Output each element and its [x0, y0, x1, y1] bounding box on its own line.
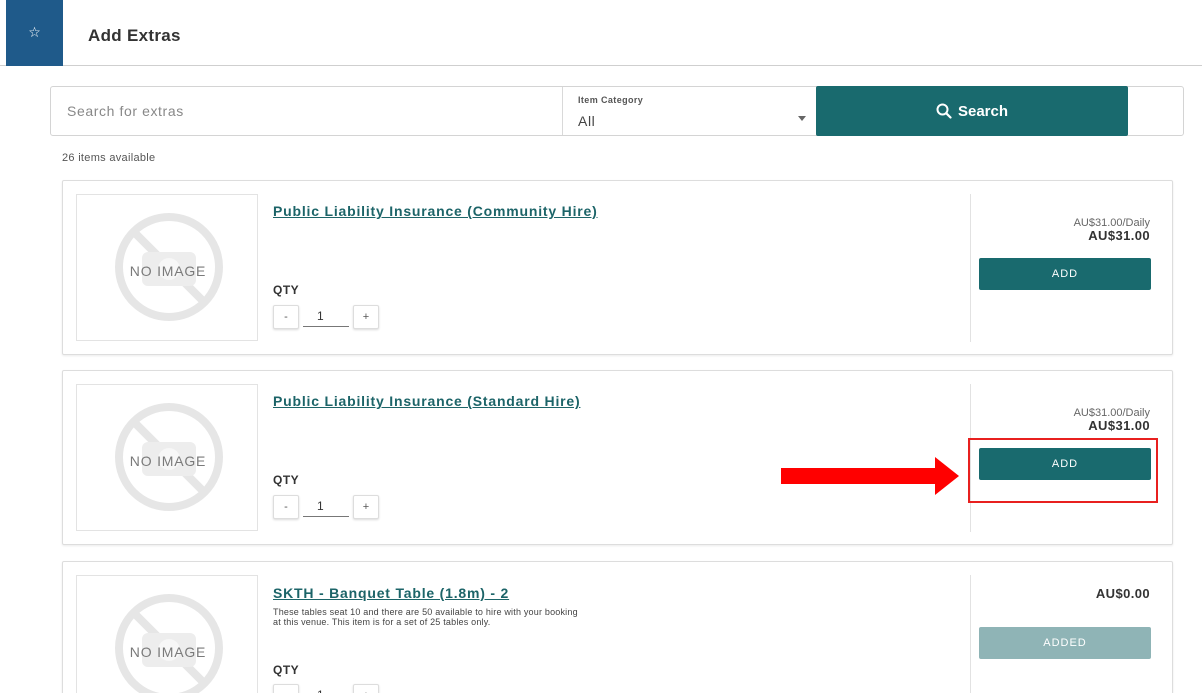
- quantity-input[interactable]: [303, 495, 349, 517]
- increment-button[interactable]: +: [353, 684, 379, 693]
- add-button[interactable]: ADD: [979, 258, 1151, 290]
- search-icon: [936, 103, 952, 119]
- decrement-button[interactable]: -: [273, 495, 299, 519]
- added-button[interactable]: ADDED: [979, 627, 1151, 659]
- search-button[interactable]: Search: [816, 86, 1128, 136]
- divider: [970, 194, 971, 342]
- item-description: These tables seat 10 and there are 50 av…: [273, 607, 578, 627]
- item-thumbnail: NO IMAGE: [76, 575, 258, 693]
- no-image-label: NO IMAGE: [129, 263, 207, 279]
- item-thumbnail: NO IMAGE: [76, 194, 258, 341]
- page-header: ☆ Add Extras: [0, 0, 1202, 66]
- star-icon[interactable]: ☆: [6, 0, 63, 66]
- chevron-down-icon: [798, 116, 806, 121]
- item-category-value: All: [578, 113, 596, 129]
- no-image-label: NO IMAGE: [129, 644, 207, 660]
- annotation-arrow: [781, 468, 936, 484]
- qty-label: QTY: [273, 473, 300, 487]
- no-image-icon: [115, 594, 223, 693]
- qty-label: QTY: [273, 283, 300, 297]
- item-thumbnail: NO IMAGE: [76, 384, 258, 531]
- page-title: Add Extras: [88, 26, 181, 45]
- search-button-label: Search: [957, 102, 1009, 120]
- price-total: AU$31.00: [1088, 228, 1150, 243]
- item-category-select[interactable]: Item Category All: [564, 87, 816, 135]
- item-category-label: Item Category: [578, 95, 644, 105]
- quantity-stepper: - +: [273, 305, 385, 329]
- extra-item-card: NO IMAGE Public Liability Insurance (Com…: [62, 180, 1173, 355]
- increment-button[interactable]: +: [353, 495, 379, 519]
- extra-item-card: NO IMAGE SKTH - Banquet Table (1.8m) - 2…: [62, 561, 1173, 693]
- search-input[interactable]: [51, 87, 563, 135]
- annotation-arrow-head: [935, 457, 959, 495]
- quantity-input[interactable]: [303, 305, 349, 327]
- annotation-highlight-box: [968, 438, 1158, 503]
- item-name-link[interactable]: Public Liability Insurance (Community Hi…: [273, 204, 603, 218]
- qty-label: QTY: [273, 663, 300, 677]
- decrement-button[interactable]: -: [273, 305, 299, 329]
- price-total: AU$0.00: [1095, 586, 1150, 601]
- item-name-link[interactable]: SKTH - Banquet Table (1.8m) - 2: [273, 586, 603, 600]
- price-total: AU$31.00: [1088, 418, 1150, 433]
- increment-button[interactable]: +: [353, 305, 379, 329]
- items-count: 26 items available: [62, 152, 156, 164]
- quantity-stepper: - +: [273, 495, 385, 519]
- item-name-link[interactable]: Public Liability Insurance (Standard Hir…: [273, 394, 603, 408]
- decrement-button[interactable]: -: [273, 684, 299, 693]
- quantity-input[interactable]: [303, 684, 349, 693]
- divider: [970, 575, 971, 693]
- search-bar: Item Category All Search: [50, 86, 1184, 136]
- no-image-label: NO IMAGE: [129, 453, 207, 469]
- quantity-stepper: - +: [273, 684, 385, 693]
